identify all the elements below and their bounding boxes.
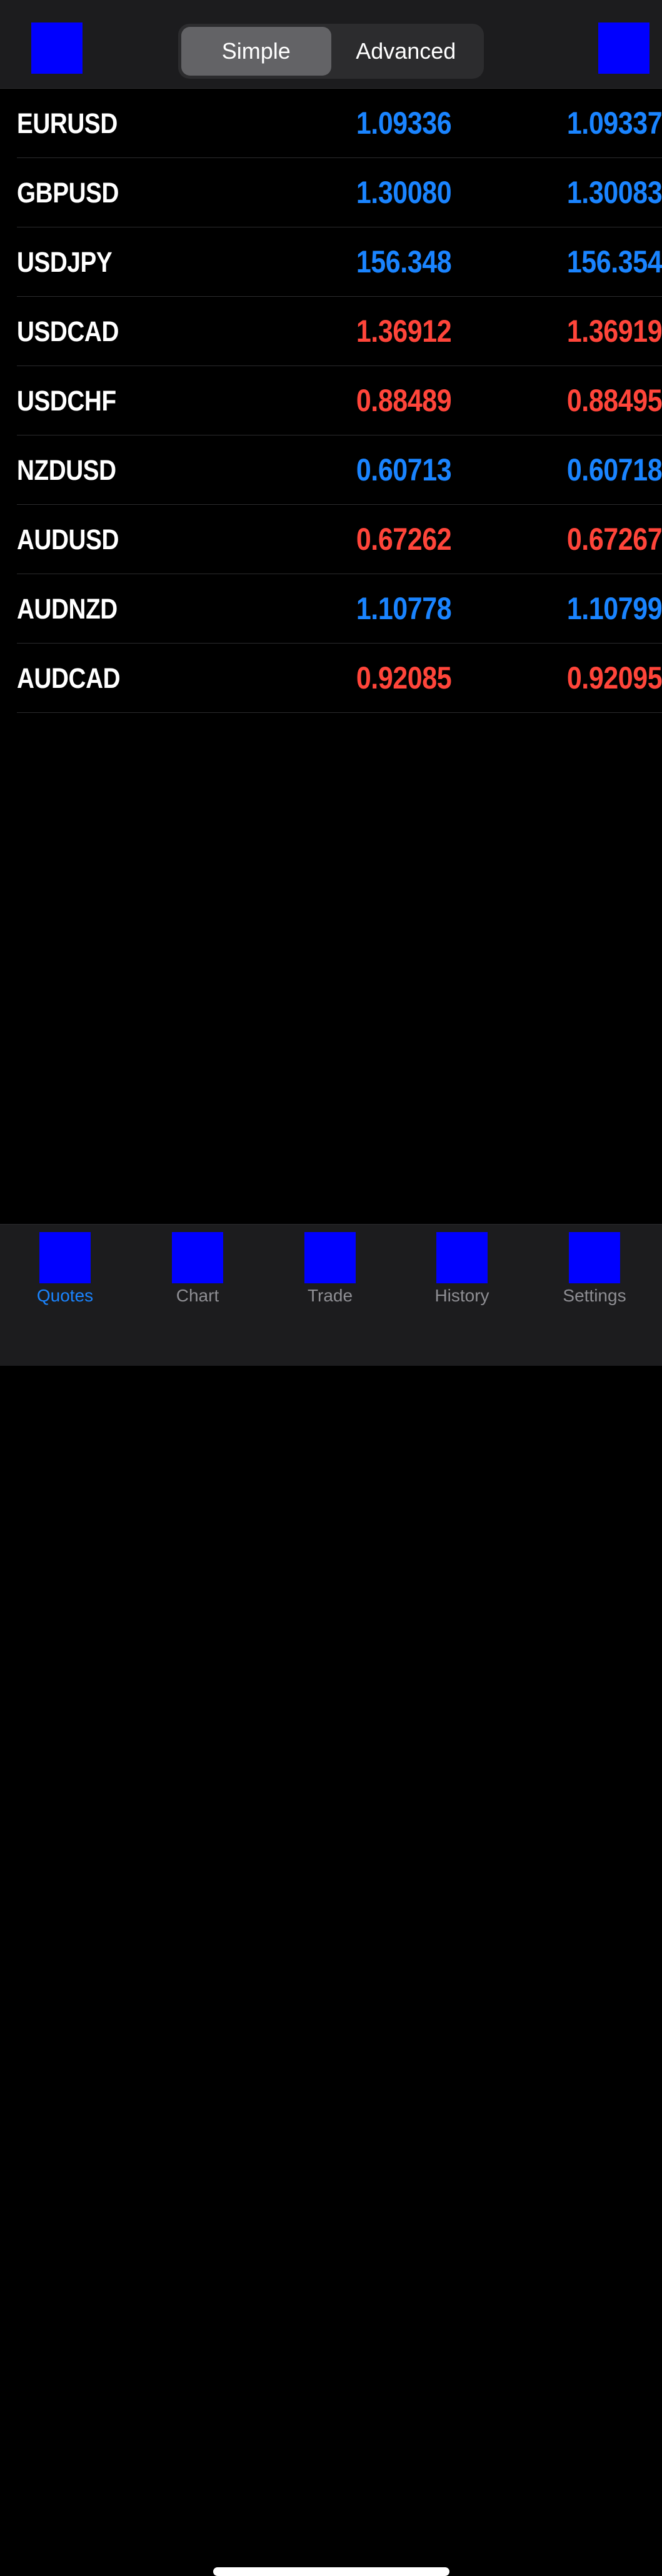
tab-quotes[interactable]: Quotes — [9, 1225, 121, 1312]
history-icon — [436, 1232, 488, 1283]
ask-price: 156.354 — [566, 244, 662, 279]
symbol-label: USDJPY — [17, 246, 113, 278]
tab-label: Trade — [307, 1286, 353, 1305]
bid-price: 1.30080 — [356, 175, 452, 210]
tab-trade[interactable]: Trade — [274, 1225, 386, 1312]
chart-icon — [172, 1232, 223, 1283]
symbol-label: AUDNZD — [17, 593, 118, 625]
ask-price: 0.92095 — [566, 660, 662, 695]
tab-label: Quotes — [36, 1286, 94, 1305]
segment-advanced[interactable]: Advanced — [331, 27, 481, 76]
ask-price: 0.60718 — [566, 452, 662, 487]
symbol-label: GBPUSD — [17, 177, 119, 209]
tab-label: History — [434, 1286, 489, 1305]
quote-row[interactable]: USDCHF 0.88489 0.88495 — [17, 366, 662, 435]
quote-row[interactable]: EURUSD 1.09336 1.09337 — [17, 89, 662, 158]
bid-price: 0.67262 — [356, 522, 452, 557]
tab-history[interactable]: History — [406, 1225, 518, 1312]
quote-row[interactable]: AUDUSD 0.67262 0.67267 — [17, 505, 662, 574]
symbol-label: USDCAD — [17, 316, 119, 347]
tab-label: Chart — [176, 1286, 219, 1305]
quote-row[interactable]: USDJPY 156.348 156.354 — [17, 227, 662, 297]
symbol-label: NZDUSD — [17, 454, 116, 486]
bid-price: 1.36912 — [356, 314, 452, 349]
settings-icon — [569, 1232, 620, 1283]
home-indicator — [213, 2567, 449, 2576]
ask-price: 1.36919 — [566, 314, 662, 349]
segment-simple[interactable]: Simple — [181, 27, 331, 76]
right-toolbar-icon[interactable] — [598, 22, 649, 74]
bid-price: 1.10778 — [356, 591, 452, 626]
quote-row[interactable]: GBPUSD 1.30080 1.30083 — [17, 158, 662, 227]
quote-row[interactable]: NZDUSD 0.60713 0.60718 — [17, 435, 662, 505]
quote-row[interactable]: AUDCAD 0.92085 0.92095 — [17, 644, 662, 713]
bid-price: 1.09336 — [356, 106, 452, 141]
ask-price: 1.09337 — [566, 106, 662, 141]
bid-price: 0.92085 — [356, 660, 452, 695]
tab-chart[interactable]: Chart — [141, 1225, 254, 1312]
quotes-list: EURUSD 1.09336 1.09337 GBPUSD 1.30080 1.… — [0, 89, 662, 713]
symbol-label: USDCHF — [17, 385, 116, 417]
ask-price: 1.10799 — [566, 591, 662, 626]
bid-price: 156.348 — [356, 244, 452, 279]
bid-price: 0.60713 — [356, 452, 452, 487]
quote-row[interactable]: AUDNZD 1.10778 1.10799 — [17, 574, 662, 644]
trade-icon — [304, 1232, 356, 1283]
bid-price: 0.88489 — [356, 383, 452, 418]
tab-settings[interactable]: Settings — [538, 1225, 651, 1312]
symbol-label: AUDCAD — [17, 662, 121, 694]
quotes-icon — [39, 1232, 91, 1283]
ask-price: 0.88495 — [566, 383, 662, 418]
view-mode-segmented-control: Simple Advanced — [178, 24, 484, 79]
left-toolbar-icon[interactable] — [31, 22, 83, 74]
quote-row[interactable]: USDCAD 1.36912 1.36919 — [17, 297, 662, 366]
symbol-label: AUDUSD — [17, 524, 119, 555]
tab-label: Settings — [563, 1286, 626, 1305]
top-navigation-bar: Simple Advanced — [0, 0, 662, 89]
ask-price: 1.30083 — [566, 175, 662, 210]
ask-price: 0.67267 — [566, 522, 662, 557]
symbol-label: EURUSD — [17, 107, 118, 139]
bottom-tab-bar: Quotes Chart Trade History Settings — [0, 1224, 662, 2576]
